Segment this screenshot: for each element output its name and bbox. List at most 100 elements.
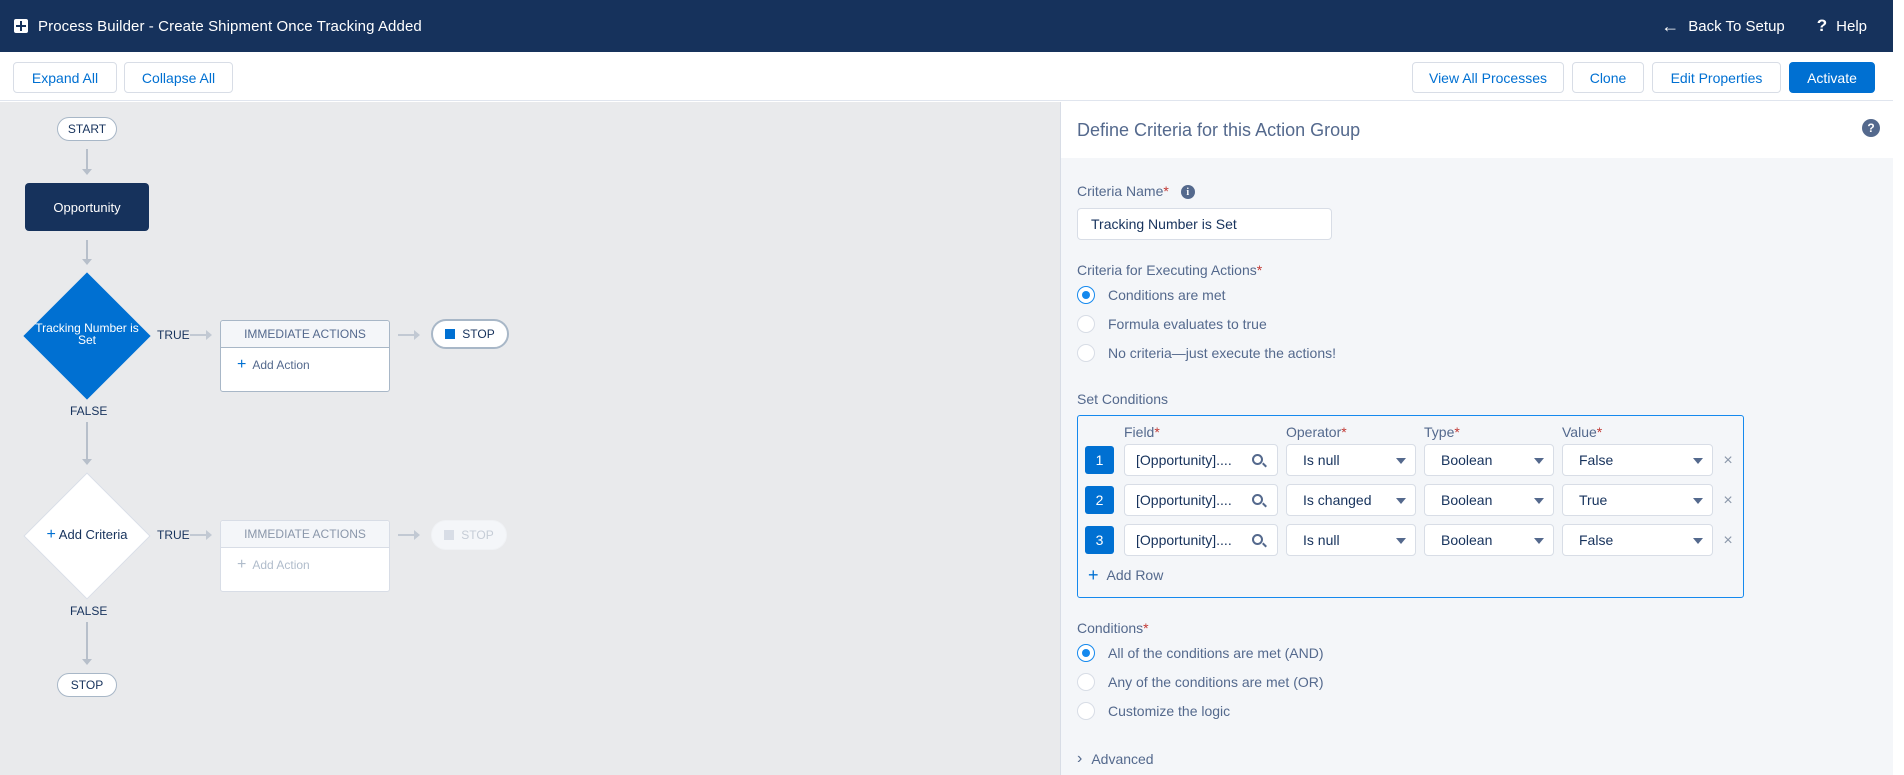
connector-true-2 — [190, 530, 212, 540]
operator-select[interactable]: Is null — [1286, 524, 1416, 556]
stop-node: STOP — [431, 319, 509, 349]
view-all-processes-button[interactable]: View All Processes — [1412, 62, 1564, 93]
collapse-all-button[interactable]: Collapse All — [124, 62, 233, 93]
chevron-down-icon — [1534, 498, 1544, 504]
stop-node-disabled: STOP — [431, 520, 507, 550]
edit-properties-button[interactable]: Edit Properties — [1652, 62, 1781, 93]
type-column-header: Type* — [1424, 424, 1460, 440]
connector-true-1 — [190, 330, 212, 340]
radio-button[interactable] — [1077, 673, 1095, 691]
activate-button[interactable]: Activate — [1789, 62, 1875, 93]
false-label: FALSE — [70, 604, 108, 618]
plus-icon: + — [237, 556, 247, 573]
help-link[interactable]: ? Help — [1817, 16, 1867, 36]
radio-formula-true[interactable]: Formula evaluates to true — [1077, 315, 1267, 333]
process-canvas: START Opportunity Tracking Number is Set… — [0, 102, 1060, 775]
plus-icon: + — [1088, 565, 1099, 585]
add-row-button[interactable]: + Add Row — [1088, 565, 1163, 585]
page-title: Process Builder - Create Shipment Once T… — [38, 17, 422, 35]
immediate-actions-box: IMMEDIATE ACTIONS + Add Action — [220, 320, 390, 392]
add-action-link[interactable]: + Add Action — [221, 348, 389, 373]
chevron-down-icon — [1396, 458, 1406, 464]
add-action-label: Add Action — [252, 558, 310, 572]
row-number: 1 — [1085, 446, 1114, 474]
field-column-header: Field* — [1124, 424, 1160, 440]
type-select[interactable]: Boolean — [1424, 484, 1554, 516]
type-select[interactable]: Boolean — [1424, 524, 1554, 556]
radio-any-conditions[interactable]: Any of the conditions are met (OR) — [1077, 673, 1324, 691]
panel-header: Define Criteria for this Action Group ? — [1061, 102, 1893, 158]
operator-select[interactable]: Is changed — [1286, 484, 1416, 516]
chevron-down-icon — [1693, 498, 1703, 504]
connector-false-1 — [82, 422, 92, 465]
add-action-link-disabled: + Add Action — [221, 548, 389, 573]
info-icon[interactable]: i — [1180, 185, 1195, 200]
radio-all-conditions[interactable]: All of the conditions are met (AND) — [1077, 644, 1324, 662]
criteria-panel: Define Criteria for this Action Group ? … — [1060, 102, 1893, 775]
criteria-name-label: Criteria Name* i — [1077, 183, 1195, 200]
field-input[interactable]: [Opportunity].... — [1124, 524, 1278, 556]
value-select[interactable]: False — [1562, 444, 1713, 476]
back-to-setup-link[interactable]: ← Back To Setup — [1661, 17, 1784, 35]
criteria-node-label: Tracking Number is Set — [35, 321, 139, 347]
object-node[interactable]: Opportunity — [25, 183, 149, 231]
radio-button[interactable] — [1077, 644, 1095, 662]
conditions-table: Field* Operator* Type* Value* 1 [Opportu… — [1077, 415, 1744, 598]
value-column-header: Value* — [1562, 424, 1603, 440]
help-circle-icon[interactable]: ? — [1862, 119, 1880, 137]
add-criteria-label: Add Criteria — [58, 527, 128, 542]
connector-start — [82, 149, 92, 175]
app-header: Process Builder - Create Shipment Once T… — [0, 0, 1893, 52]
radio-button[interactable] — [1077, 315, 1095, 333]
executing-actions-label: Criteria for Executing Actions* — [1077, 262, 1263, 278]
close-icon[interactable]: × — [1721, 453, 1735, 469]
row-number: 2 — [1085, 486, 1114, 514]
clone-button[interactable]: Clone — [1572, 62, 1644, 93]
advanced-toggle[interactable]: › Advanced — [1077, 750, 1154, 768]
add-criteria-link[interactable]: + Add Criteria — [25, 526, 149, 543]
question-mark-icon: ? — [1816, 16, 1828, 35]
type-select[interactable]: Boolean — [1424, 444, 1554, 476]
process-builder-icon — [14, 19, 28, 33]
chevron-down-icon — [1693, 458, 1703, 464]
value-select[interactable]: True — [1562, 484, 1713, 516]
row-number: 3 — [1085, 526, 1114, 554]
conditions-label: Conditions* — [1077, 620, 1149, 636]
immediate-actions-header: IMMEDIATE ACTIONS — [221, 521, 389, 548]
toolbar: Expand All Collapse All View All Process… — [0, 52, 1893, 101]
radio-conditions-met[interactable]: Conditions are met — [1077, 286, 1226, 304]
immediate-actions-header: IMMEDIATE ACTIONS — [221, 321, 389, 348]
close-icon[interactable]: × — [1721, 493, 1735, 509]
radio-no-criteria[interactable]: No criteria—just execute the actions! — [1077, 344, 1336, 362]
header-links: ← Back To Setup ? Help — [1661, 0, 1867, 52]
chevron-down-icon — [1693, 538, 1703, 544]
start-node: START — [57, 117, 117, 141]
radio-button[interactable] — [1077, 286, 1095, 304]
radio-customize-logic[interactable]: Customize the logic — [1077, 702, 1230, 720]
radio-button[interactable] — [1077, 702, 1095, 720]
chevron-down-icon — [1534, 538, 1544, 544]
field-input[interactable]: [Opportunity].... — [1124, 444, 1278, 476]
radio-button[interactable] — [1077, 344, 1095, 362]
chevron-down-icon — [1534, 458, 1544, 464]
search-icon — [1252, 534, 1263, 545]
stop-end-node: STOP — [57, 673, 117, 697]
close-icon[interactable]: × — [1721, 533, 1735, 549]
true-label: TRUE — [157, 328, 190, 342]
panel-title: Define Criteria for this Action Group — [1077, 119, 1361, 140]
chevron-right-icon: › — [1077, 750, 1083, 767]
value-select[interactable]: False — [1562, 524, 1713, 556]
operator-select[interactable]: Is null — [1286, 444, 1416, 476]
set-conditions-label: Set Conditions — [1077, 391, 1169, 407]
connector-actions-2 — [398, 530, 420, 540]
false-label: FALSE — [70, 404, 108, 418]
expand-all-button[interactable]: Expand All — [13, 62, 117, 93]
plus-icon: + — [237, 356, 247, 373]
stop-square-icon — [444, 530, 455, 540]
add-action-label: Add Action — [252, 358, 310, 372]
operator-column-header: Operator* — [1286, 424, 1347, 440]
connector-object — [82, 240, 92, 265]
plus-icon: + — [46, 526, 56, 543]
field-input[interactable]: [Opportunity].... — [1124, 484, 1278, 516]
criteria-name-input[interactable]: Tracking Number is Set — [1077, 208, 1332, 240]
